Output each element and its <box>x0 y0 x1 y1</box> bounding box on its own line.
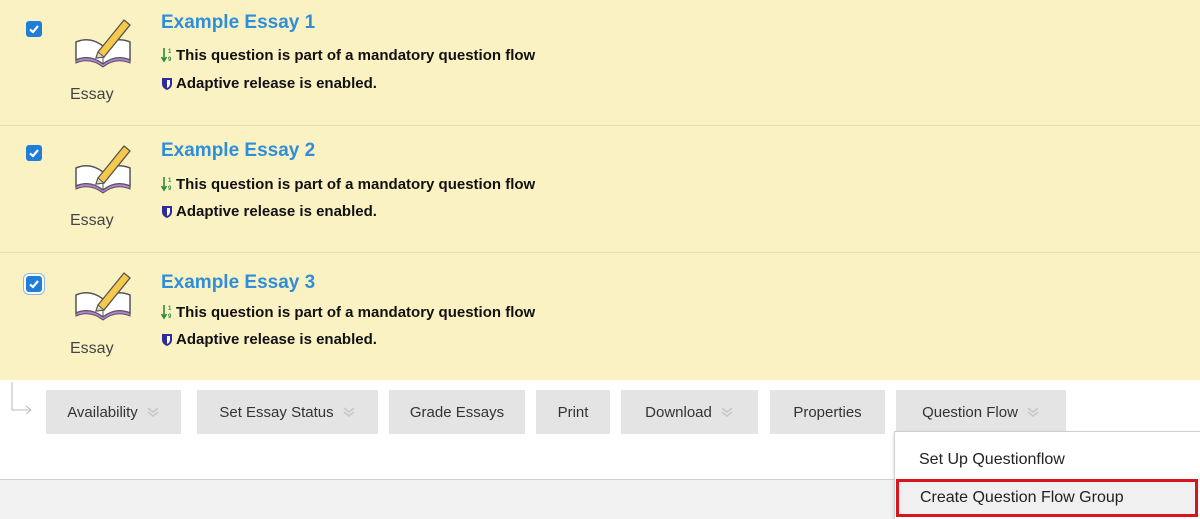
release-note-text: Adaptive release is enabled. <box>176 203 377 220</box>
question-type-label: Essay <box>70 340 114 357</box>
shield-icon <box>162 205 172 218</box>
question-item: Essay Example Essay 3 1 9 This question … <box>0 253 1200 378</box>
chevron-down-icon <box>147 407 159 417</box>
set-essay-status-label: Set Essay Status <box>219 403 334 421</box>
svg-text:9: 9 <box>168 57 172 63</box>
question-flow-button[interactable]: Question Flow <box>896 390 1066 434</box>
release-note: Adaptive release is enabled. <box>161 203 377 220</box>
flow-note: 1 9 This question is part of a mandatory… <box>161 46 535 64</box>
svg-text:9: 9 <box>168 314 172 320</box>
question-type-label: Essay <box>70 212 114 229</box>
grade-essays-button[interactable]: Grade Essays <box>389 390 525 434</box>
question-list: Essay Example Essay 1 1 9 This question … <box>0 0 1200 380</box>
question-item: Essay Example Essay 2 1 9 This question … <box>0 126 1200 251</box>
question-flow-menu: Set Up Questionflow Create Question Flow… <box>894 431 1200 519</box>
chevron-down-icon <box>1027 407 1039 417</box>
question-type-label: Essay <box>70 86 114 103</box>
availability-label: Availability <box>67 403 138 421</box>
print-button[interactable]: Print <box>536 390 610 434</box>
print-label: Print <box>557 403 589 421</box>
svg-text:9: 9 <box>168 186 172 192</box>
select-checkbox[interactable] <box>26 145 42 161</box>
properties-label: Properties <box>793 403 862 421</box>
numbered-flow-icon: 1 9 <box>161 177 172 192</box>
grade-essays-label: Grade Essays <box>409 403 505 421</box>
question-title-link[interactable]: Example Essay 2 <box>161 140 315 162</box>
essay-icon <box>75 272 131 321</box>
essay-icon <box>75 19 131 68</box>
numbered-flow-icon: 1 9 <box>161 305 172 320</box>
menu-item-set-up-questionflow[interactable]: Set Up Questionflow <box>895 440 1200 480</box>
svg-text:1: 1 <box>168 178 172 184</box>
checkmark-icon <box>29 149 39 158</box>
checkmark-icon <box>29 25 39 34</box>
release-note-text: Adaptive release is enabled. <box>176 75 377 92</box>
flow-note-text: This question is part of a mandatory que… <box>176 303 536 321</box>
flow-note: 1 9 This question is part of a mandatory… <box>161 175 535 193</box>
essay-icon <box>75 145 131 194</box>
shield-icon <box>162 77 172 90</box>
flow-note: 1 9 This question is part of a mandatory… <box>161 303 535 321</box>
flow-note-text: This question is part of a mandatory que… <box>176 175 536 193</box>
chevron-down-icon <box>343 407 355 417</box>
question-item: Essay Example Essay 1 1 9 This question … <box>0 0 1200 125</box>
menu-item-create-question-flow-group[interactable]: Create Question Flow Group <box>896 479 1198 517</box>
chevron-down-icon <box>721 407 733 417</box>
flow-note-text: This question is part of a mandatory que… <box>176 46 536 64</box>
download-label: Download <box>645 403 712 421</box>
question-title-link[interactable]: Example Essay 1 <box>161 12 315 34</box>
set-essay-status-button[interactable]: Set Essay Status <box>197 390 378 434</box>
selection-connector-icon <box>11 382 32 415</box>
question-flow-label: Question Flow <box>922 403 1018 421</box>
question-title-link[interactable]: Example Essay 3 <box>161 272 315 294</box>
download-button[interactable]: Download <box>621 390 758 434</box>
availability-button[interactable]: Availability <box>46 390 181 434</box>
svg-text:1: 1 <box>168 49 172 55</box>
release-note: Adaptive release is enabled. <box>161 75 377 92</box>
select-checkbox[interactable] <box>26 276 42 292</box>
release-note: Adaptive release is enabled. <box>161 331 377 348</box>
select-checkbox[interactable] <box>26 21 42 37</box>
svg-text:1: 1 <box>168 306 172 312</box>
release-note-text: Adaptive release is enabled. <box>176 331 377 348</box>
checkmark-icon <box>29 280 39 289</box>
shield-icon <box>162 333 172 346</box>
properties-button[interactable]: Properties <box>770 390 885 434</box>
numbered-flow-icon: 1 9 <box>161 48 172 63</box>
